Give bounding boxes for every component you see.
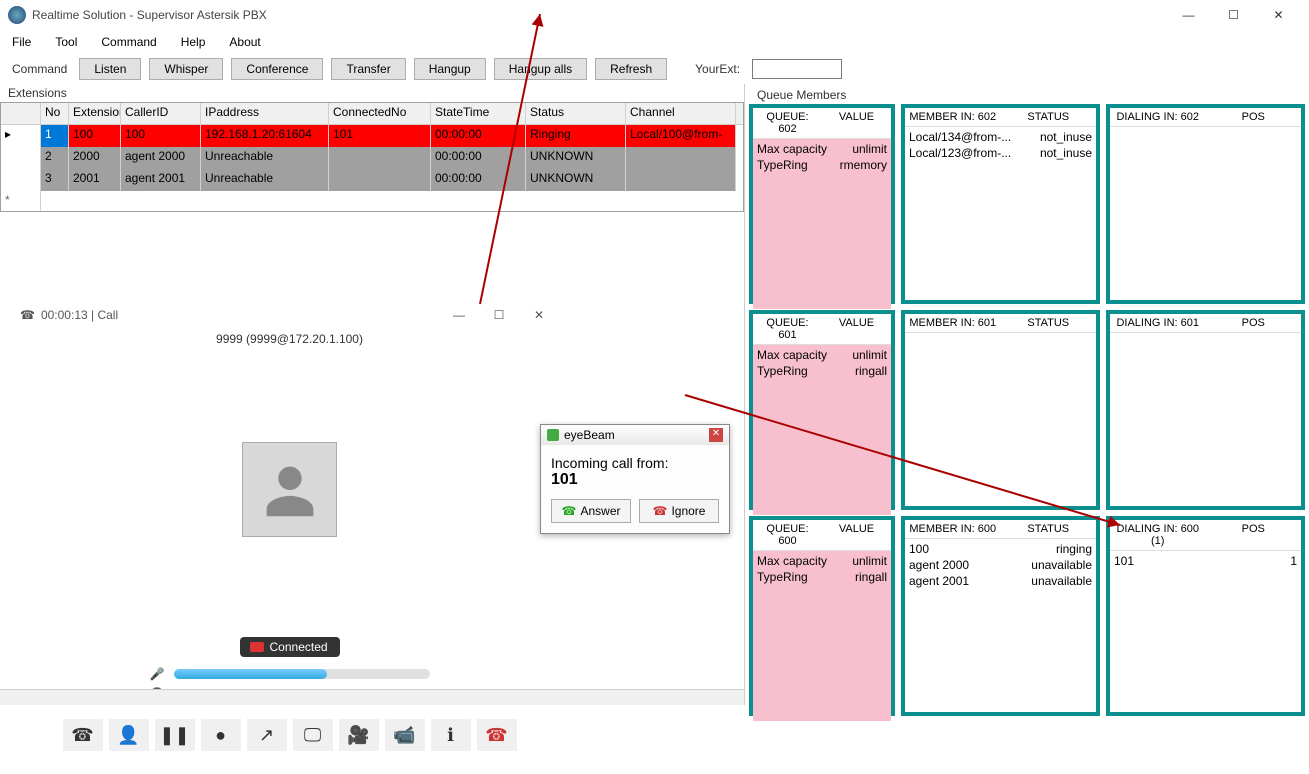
queue-row: QUEUE: 600VALUE Max capacityunlimitTypeR… <box>749 516 1305 716</box>
maximize-button[interactable]: ☐ <box>1211 0 1256 30</box>
queue-row: QUEUE: 602VALUE Max capacityunlimitTypeR… <box>749 104 1305 304</box>
hangup-alls-button[interactable]: Hangup alls <box>494 58 587 80</box>
app-icon <box>8 6 26 24</box>
conference-button[interactable]: Conference <box>231 58 323 80</box>
incoming-from-label: Incoming call from: <box>551 455 719 471</box>
answer-button[interactable]: ☎Answer <box>551 499 631 523</box>
titlebar: Realtime Solution - Supervisor Astersik … <box>0 0 1309 30</box>
eyebeam-icon <box>547 429 559 441</box>
dialpad-button[interactable]: ☎ <box>63 719 103 751</box>
pause-button[interactable]: ❚❚ <box>155 719 195 751</box>
queue-members-card: MEMBER IN: 601STATUS <box>901 310 1100 510</box>
menu-tool[interactable]: Tool <box>55 35 77 49</box>
video-button[interactable]: 📹 <box>385 719 425 751</box>
queue-props-card: QUEUE: 600VALUE Max capacityunlimitTypeR… <box>749 516 895 716</box>
menu-help[interactable]: Help <box>181 35 206 49</box>
transfer-call-button[interactable]: ↗ <box>247 719 287 751</box>
sp-maximize[interactable]: ☐ <box>479 308 519 322</box>
incoming-number: 101 <box>551 471 719 489</box>
refresh-button[interactable]: Refresh <box>595 58 667 80</box>
sp-minimize[interactable]: — <box>439 308 479 322</box>
mic-icon: 🎤 <box>150 667 166 681</box>
menu-command[interactable]: Command <box>101 35 156 49</box>
queue-members-label: Queue Members <box>749 86 1305 104</box>
queue-dialing-card: DIALING IN: 600 (1)POS 1011 <box>1106 516 1305 716</box>
minimize-button[interactable]: — <box>1166 0 1211 30</box>
phone-icon: ☎ <box>20 308 35 322</box>
connected-badge: Connected <box>240 637 340 657</box>
add-user-button[interactable]: 👤 <box>109 719 149 751</box>
ext-header: No Extension CallerID IPaddress Connecte… <box>1 103 743 125</box>
menubar: File Tool Command Help About <box>0 30 1309 54</box>
queue-dialing-card: DIALING IN: 601POS <box>1106 310 1305 510</box>
close-button[interactable]: ✕ <box>1256 0 1301 30</box>
yourext-input[interactable] <box>752 59 842 79</box>
queue-row: QUEUE: 601VALUE Max capacityunlimitTypeR… <box>749 310 1305 510</box>
queue-dialing-card: DIALING IN: 602POS <box>1106 104 1305 304</box>
ignore-button[interactable]: ☎Ignore <box>639 499 719 523</box>
menu-file[interactable]: File <box>12 35 31 49</box>
queue-members-card: MEMBER IN: 600STATUS 100ringingagent 200… <box>901 516 1100 716</box>
answer-icon: ☎ <box>562 504 577 518</box>
yourext-label: YourExt: <box>695 62 740 76</box>
queue-props-card: QUEUE: 601VALUE Max capacityunlimitTypeR… <box>749 310 895 510</box>
avatar <box>242 442 337 537</box>
sp-close[interactable]: ✕ <box>519 308 559 322</box>
popup-title: eyeBeam <box>564 428 615 442</box>
queue-members-card: MEMBER IN: 602STATUS Local/134@from-...n… <box>901 104 1100 304</box>
softphone-title: 00:00:13 | Call <box>41 308 118 322</box>
table-row[interactable]: 2 2000 agent 2000 Unreachable 00:00:00 U… <box>1 147 743 169</box>
mic-level[interactable] <box>174 669 430 679</box>
horizontal-scrollbar[interactable] <box>0 689 744 705</box>
incoming-call-popup: eyeBeam ✕ Incoming call from: 101 ☎Answe… <box>540 424 730 534</box>
info-button[interactable]: ℹ <box>431 719 471 751</box>
record-button[interactable]: ● <box>201 719 241 751</box>
table-row[interactable]: ▸ 1 100 100 192.168.1.20:61604 101 00:00… <box>1 125 743 147</box>
whisper-button[interactable]: Whisper <box>149 58 223 80</box>
table-row[interactable]: 3 2001 agent 2001 Unreachable 00:00:00 U… <box>1 169 743 191</box>
ignore-icon: ☎ <box>653 504 668 518</box>
transfer-button[interactable]: Transfer <box>331 58 405 80</box>
record-icon <box>250 642 264 652</box>
popup-close[interactable]: ✕ <box>709 428 723 442</box>
softphone-caller: 9999 (9999@172.20.1.100) <box>12 326 567 352</box>
extensions-label: Extensions <box>0 84 744 102</box>
command-label: Command <box>12 62 67 76</box>
hangup-button[interactable]: Hangup <box>414 58 486 80</box>
queue-props-card: QUEUE: 602VALUE Max capacityunlimitTypeR… <box>749 104 895 304</box>
window-title: Realtime Solution - Supervisor Astersik … <box>32 8 267 22</box>
hangup-call-button[interactable]: ☎ <box>477 719 517 751</box>
camera-button[interactable]: 🎥 <box>339 719 379 751</box>
screen-button[interactable]: 🖵 <box>293 719 333 751</box>
listen-button[interactable]: Listen <box>79 58 141 80</box>
ext-new-row[interactable]: * <box>1 191 743 211</box>
menu-about[interactable]: About <box>229 35 260 49</box>
extensions-table: No Extension CallerID IPaddress Connecte… <box>0 102 744 212</box>
toolbar: Command Listen Whisper Conference Transf… <box>0 54 1309 84</box>
